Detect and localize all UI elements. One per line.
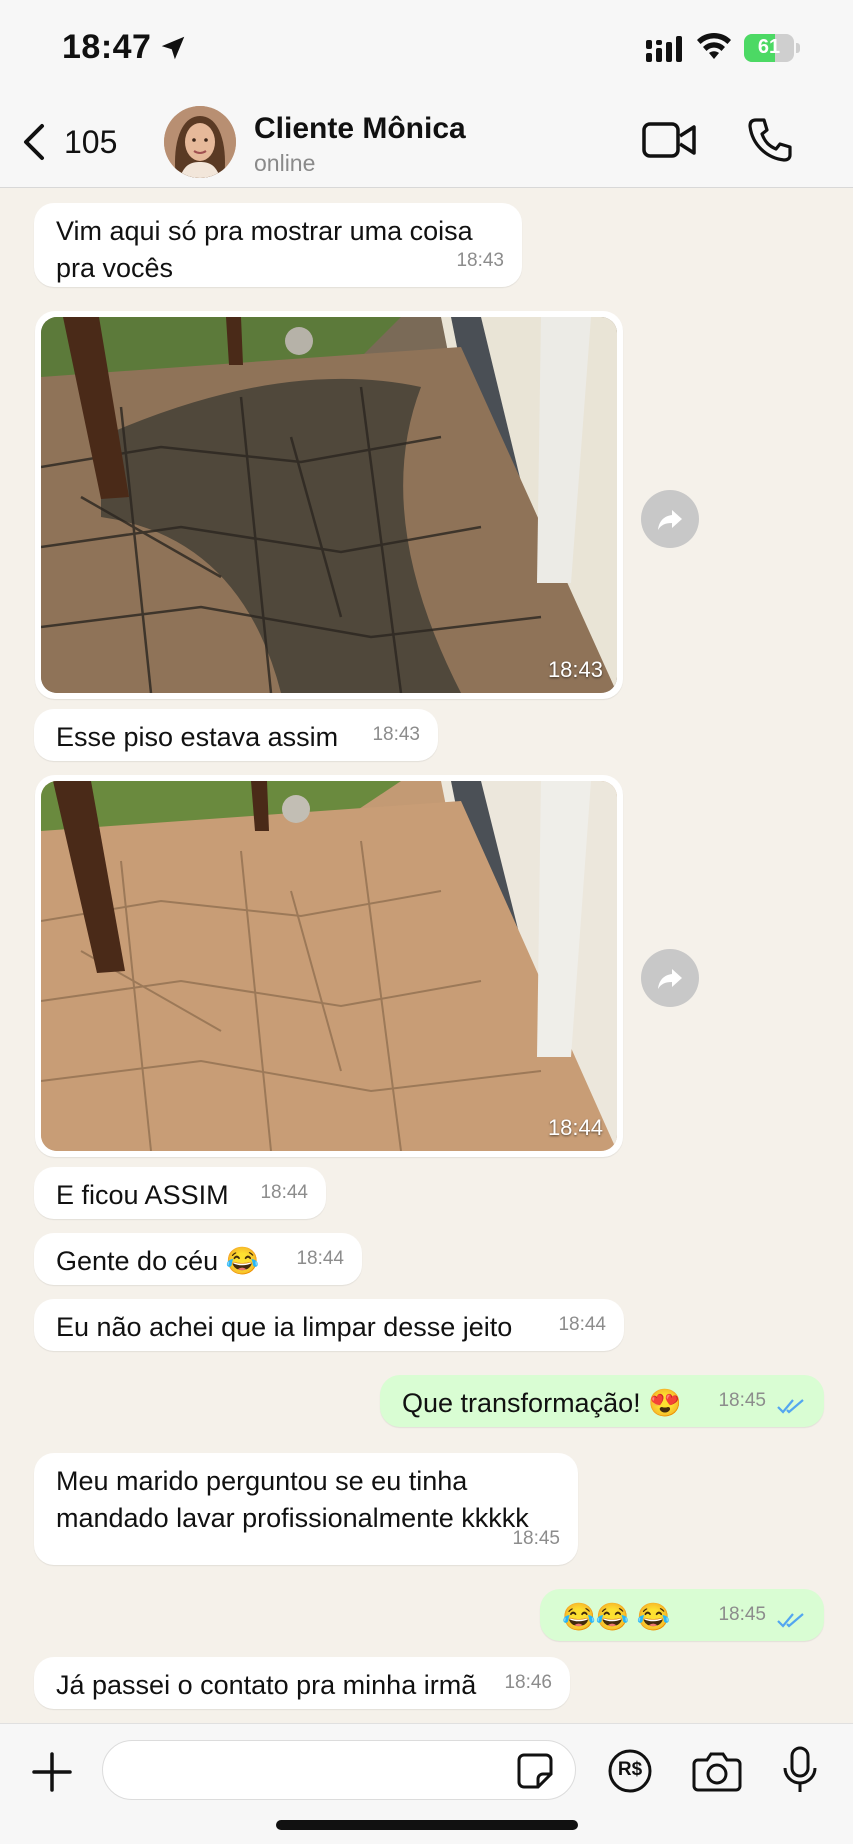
message-bubble-outgoing[interactable]: Que transformação! 😍 18:45 bbox=[380, 1375, 824, 1427]
forward-arrow-icon bbox=[658, 969, 682, 989]
payment-button[interactable]: R$ bbox=[607, 1748, 653, 1794]
message-bubble-incoming[interactable]: Vim aqui só pra mostrar uma coisa pra vo… bbox=[34, 203, 522, 287]
camera-icon[interactable] bbox=[692, 1750, 742, 1792]
read-receipt-icon bbox=[777, 1613, 804, 1628]
message-bubble-outgoing[interactable]: 😂😂 😂 18:45 bbox=[540, 1589, 824, 1641]
message-bubble-incoming[interactable]: Gente do céu 😂 18:44 bbox=[34, 1233, 362, 1285]
message-text: E ficou ASSIM bbox=[56, 1180, 229, 1210]
message-text: Gente do céu 😂 bbox=[56, 1246, 260, 1276]
avatar[interactable] bbox=[164, 106, 236, 178]
message-time: 18:46 bbox=[504, 1672, 552, 1693]
message-text-line: pra vocês bbox=[56, 253, 174, 283]
message-time: 18:44 bbox=[260, 1182, 308, 1203]
message-bubble-incoming[interactable]: Meu marido perguntou se eu tinha mandado… bbox=[34, 1453, 578, 1565]
message-input[interactable] bbox=[102, 1740, 576, 1800]
chat-area[interactable]: Vim aqui só pra mostrar uma coisa pra vo… bbox=[0, 189, 853, 1723]
message-text: Já passei o contato pra minha irmã bbox=[56, 1670, 477, 1700]
message-text: 😂😂 😂 bbox=[562, 1602, 671, 1632]
message-text: Esse piso estava assim bbox=[56, 722, 339, 752]
image-after[interactable]: 18:44 bbox=[41, 781, 617, 1151]
status-time: 18:47 bbox=[62, 28, 152, 66]
sticker-icon[interactable] bbox=[516, 1752, 554, 1790]
video-camera-icon[interactable] bbox=[642, 118, 696, 162]
message-bubble-incoming[interactable]: Já passei o contato pra minha irmã 18:46 bbox=[34, 1657, 570, 1709]
message-time: 18:44 bbox=[296, 1248, 344, 1269]
status-bar: 18:47 61 bbox=[0, 0, 853, 100]
plus-icon[interactable] bbox=[30, 1750, 74, 1794]
composer-bar: R$ bbox=[0, 1723, 853, 1844]
message-text-line: mandado lavar profissionalmente kkkkk bbox=[56, 1503, 529, 1533]
message-time: 18:45 bbox=[718, 1390, 766, 1411]
forward-button[interactable] bbox=[641, 949, 699, 1007]
unread-count: 105 bbox=[64, 123, 118, 160]
read-receipt-icon bbox=[777, 1399, 804, 1414]
location-arrow-icon bbox=[161, 36, 185, 60]
microphone-icon[interactable] bbox=[782, 1746, 818, 1794]
back-button[interactable]: 105 bbox=[20, 114, 117, 170]
image-time: 18:44 bbox=[547, 1115, 603, 1140]
cellular-signal-icon bbox=[646, 36, 682, 62]
message-text: Que transformação! 😍 bbox=[402, 1388, 682, 1418]
payment-label: R$ bbox=[617, 1759, 643, 1780]
message-time: 18:43 bbox=[372, 724, 420, 745]
chevron-left-icon bbox=[24, 124, 44, 160]
image-time: 18:43 bbox=[547, 657, 603, 682]
message-time: 18:45 bbox=[718, 1604, 766, 1625]
home-indicator bbox=[276, 1820, 578, 1830]
message-text-line: Meu marido perguntou se eu tinha bbox=[56, 1466, 468, 1496]
battery-percent: 61 bbox=[757, 36, 781, 58]
wifi-icon bbox=[697, 32, 731, 59]
message-time: 18:43 bbox=[456, 250, 504, 271]
message-bubble-incoming[interactable]: Esse piso estava assim 18:43 bbox=[34, 709, 438, 761]
phone-icon[interactable] bbox=[746, 116, 794, 164]
message-text: Eu não achei que ia limpar desse jeito bbox=[56, 1312, 513, 1342]
message-text-line: Vim aqui só pra mostrar uma coisa bbox=[56, 216, 473, 246]
message-bubble-incoming[interactable]: Eu não achei que ia limpar desse jeito 1… bbox=[34, 1299, 624, 1351]
image-before[interactable]: 18:43 bbox=[41, 317, 617, 693]
forward-button[interactable] bbox=[641, 490, 699, 548]
message-time: 18:44 bbox=[558, 1314, 606, 1335]
image-message[interactable]: 18:44 bbox=[35, 775, 623, 1157]
contact-status: online bbox=[254, 150, 316, 176]
forward-arrow-icon bbox=[658, 510, 682, 530]
chat-header: 105 Cliente Mônica online bbox=[0, 100, 853, 188]
message-time: 18:45 bbox=[512, 1528, 560, 1549]
battery-indicator: 61 bbox=[744, 34, 800, 62]
image-message[interactable]: 18:43 bbox=[35, 311, 623, 699]
contact-name[interactable]: Cliente Mônica bbox=[254, 112, 466, 146]
message-bubble-incoming[interactable]: E ficou ASSIM 18:44 bbox=[34, 1167, 326, 1219]
